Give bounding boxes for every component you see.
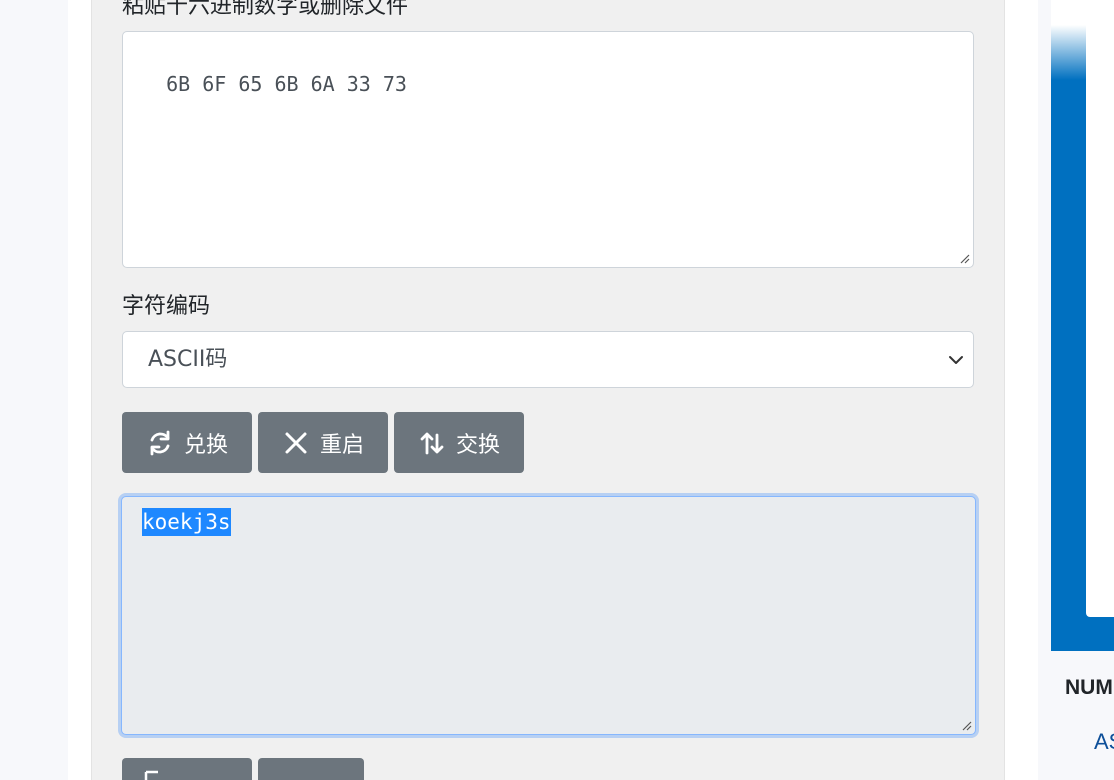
encoding-label: 字符编码 [122,294,211,319]
hex-input-text: 6B 6F 65 6B 6A 33 73 [166,72,407,96]
hex-input[interactable]: 6B 6F 65 6B 6A 33 73 [122,31,974,268]
swap-button[interactable]: 交换 [394,412,524,473]
sidebar-heading: NUM [1065,676,1113,699]
refresh-icon [150,430,170,455]
swap-icon [420,432,444,454]
copy-icon [144,770,158,780]
resize-grip-icon[interactable] [960,719,972,731]
sidebar-link[interactable]: AS [1094,729,1114,755]
swap-button-label: 交换 [455,432,500,458]
output-textarea[interactable]: koekj3s [121,496,976,735]
copy-button[interactable] [122,758,252,780]
chevron-down-icon [949,356,963,364]
convert-button[interactable]: 兑换 [122,412,252,473]
convert-button-label: 兑换 [183,432,228,458]
sidebar-banner-card [1086,0,1114,617]
reset-button[interactable]: 重启 [258,412,388,473]
hex-input-label: 粘贴十六进制数字或删除文件 [122,0,409,19]
resize-grip-icon[interactable] [958,252,970,264]
close-icon [285,432,307,453]
encoding-select[interactable]: ASCII码 [122,331,974,388]
encoding-selected-value: ASCII码 [148,347,228,372]
reset-button-label: 重启 [319,432,364,458]
download-button[interactable] [258,758,364,780]
output-text: koekj3s [142,508,231,536]
